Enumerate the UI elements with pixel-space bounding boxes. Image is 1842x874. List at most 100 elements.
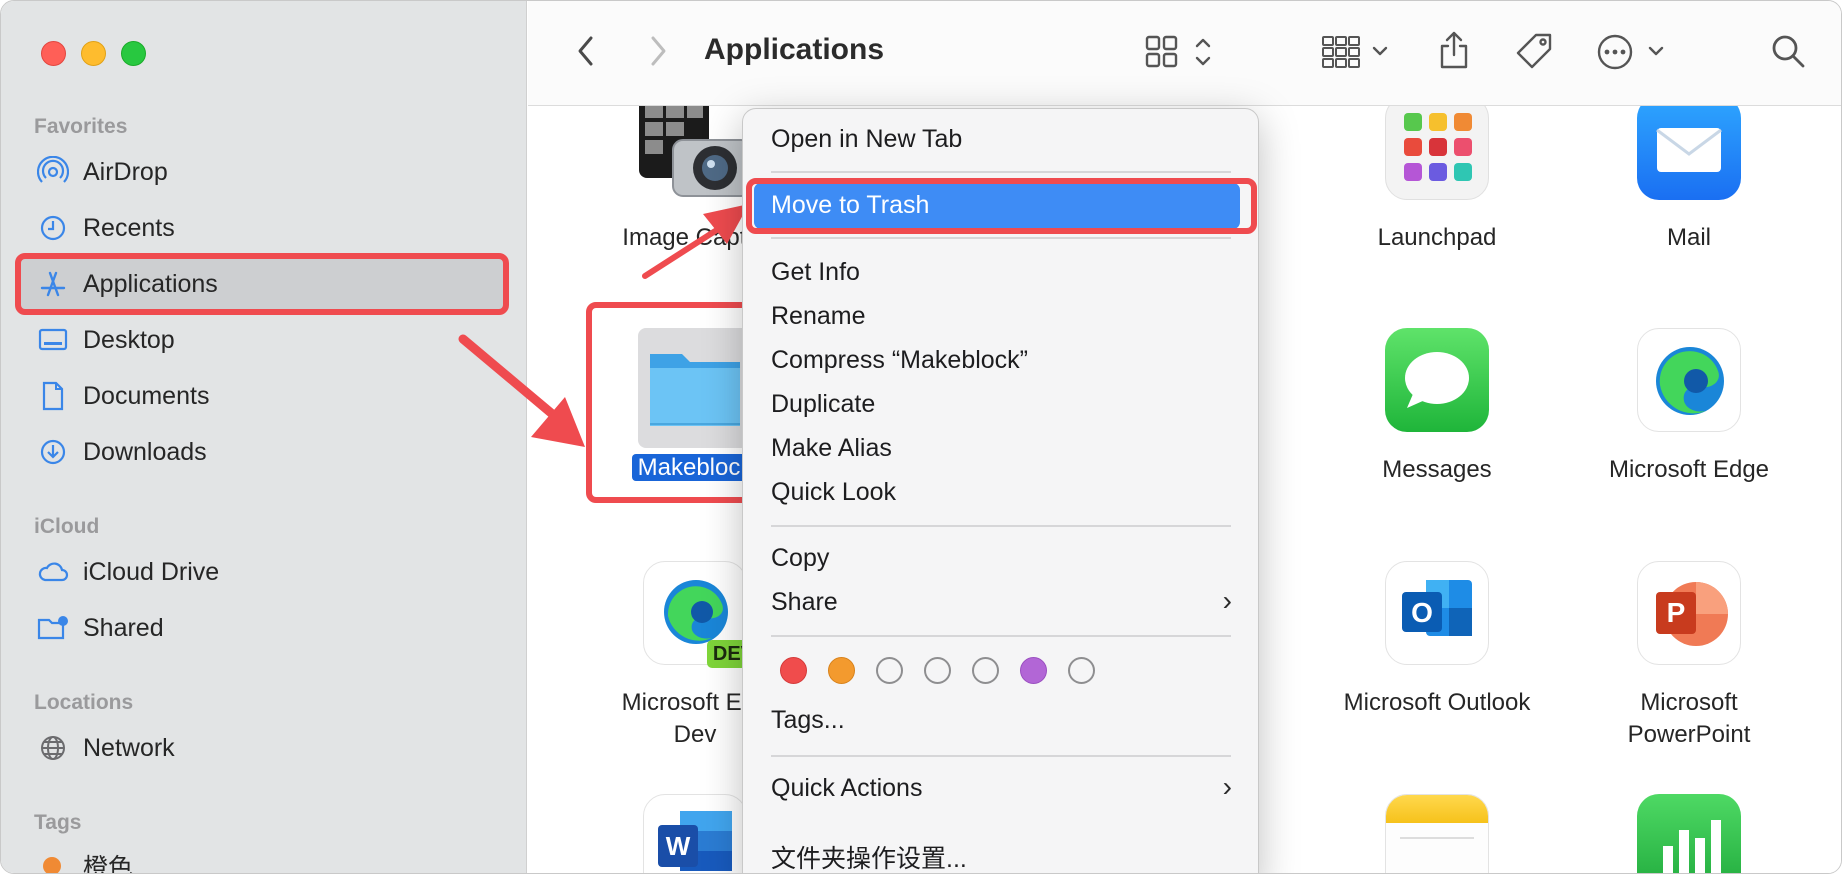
sidebar-item-label: iCloud Drive [83,557,220,586]
sidebar-section-locations: Locations [34,691,134,714]
sidebar-item-desktop[interactable]: Desktop [19,314,505,366]
menu-item-duplicate[interactable]: Duplicate [771,390,875,419]
app-item-microsoft-outlook[interactable]: O Microsoft Outlook [1312,561,1562,719]
forward-button[interactable] [638,31,678,75]
sidebar-item-shared[interactable]: Shared [19,602,505,654]
menu-item-make-alias[interactable]: Make Alias [771,434,892,463]
menu-item-open-new-tab[interactable]: Open in New Tab [771,125,962,154]
chevron-left-icon [576,35,596,72]
shared-folder-icon [37,612,69,644]
menu-separator [771,237,1231,239]
app-name: Microsoft [1640,689,1738,716]
globe-icon [37,732,69,764]
sidebar-item-airdrop[interactable]: AirDrop [19,146,505,198]
numbers-icon [1637,794,1741,873]
edge-icon [1637,328,1741,432]
app-name: Microsoft Edge [1608,456,1770,483]
share-button[interactable] [1434,29,1474,75]
menu-separator [771,755,1231,757]
sidebar-item-label: Downloads [83,437,207,466]
sidebar-item-recents[interactable]: Recents [19,202,505,254]
menu-separator [771,635,1231,637]
sidebar-item-downloads[interactable]: Downloads [19,426,505,478]
highlight-applications [15,253,509,315]
menu-item-quick-actions[interactable]: Quick Actions [771,774,922,803]
menu-item-quick-look[interactable]: Quick Look [771,478,896,507]
chevron-right-icon: › [1222,771,1232,802]
app-item-launchpad[interactable]: Launchpad [1312,106,1562,254]
group-grid-icon [1322,34,1394,75]
tag-color-purple[interactable] [1020,657,1047,684]
word-icon: W [643,794,747,873]
menu-item-share[interactable]: Share [771,588,1231,617]
svg-text:O: O [1411,597,1433,628]
close-window-button[interactable] [41,41,66,66]
app-name: Microsoft Outlook [1343,689,1531,716]
tag-icon [1514,31,1554,76]
ellipsis-circle-icon [1596,33,1666,76]
group-by-button[interactable] [1322,35,1394,73]
back-button[interactable] [566,31,606,75]
app-item-microsoft-edge[interactable]: Microsoft Edge [1564,328,1814,486]
tag-color-orange[interactable] [828,657,855,684]
sidebar-section-icloud: iCloud [34,515,100,538]
powerpoint-icon: P [1637,561,1741,665]
messages-icon [1385,328,1489,432]
view-mode-button[interactable] [1145,33,1219,75]
sidebar-item-label: Documents [83,381,210,410]
sidebar-item-label: Recents [83,213,175,242]
icon-grid-icon [1145,34,1219,75]
tag-color-dot [43,857,61,873]
tag-color-blue-empty[interactable] [972,657,999,684]
highlight-makeblock-folder [586,302,759,503]
airdrop-icon [37,156,69,188]
menu-item-compress[interactable]: Compress “Makeblock” [771,346,1028,375]
app-item-notes[interactable] [1312,794,1562,873]
chevron-right-icon [648,35,668,72]
tags-button[interactable] [1512,31,1556,75]
document-icon [37,380,69,412]
image-capture-icon [639,106,752,200]
highlight-move-to-trash [746,178,1257,234]
sidebar-item-documents[interactable]: Documents [19,370,505,422]
menu-item-copy[interactable]: Copy [771,544,829,573]
clock-icon [37,212,69,244]
share-icon [1438,30,1470,75]
arrow-to-folder-icon [458,334,585,447]
sidebar-item-label: Shared [83,613,164,642]
edge-dev-icon: DEV [643,561,760,668]
cloud-icon [37,556,69,588]
more-actions-button[interactable] [1596,33,1666,75]
app-item-mail[interactable]: Mail [1564,106,1814,254]
launchpad-icon [1385,106,1489,200]
finder-window: Favorites AirDrop Recents Applications D… [0,0,1842,874]
tag-color-gray-empty[interactable] [1068,657,1095,684]
window-title: Applications [704,33,885,66]
app-name-line2: Dev [673,721,717,748]
app-item-microsoft-powerpoint[interactable]: P Microsoft PowerPoint [1564,561,1814,751]
sidebar-item-network[interactable]: Network [19,722,505,774]
sidebar-item-label: 橙色 [83,854,134,874]
menu-item-get-info[interactable]: Get Info [771,258,860,287]
sidebar: Favorites AirDrop Recents Applications D… [1,1,527,874]
svg-text:P: P [1667,597,1686,628]
tag-color-red[interactable] [780,657,807,684]
svg-text:W: W [666,831,691,861]
tag-color-yellow-empty[interactable] [876,657,903,684]
app-item-messages[interactable]: Messages [1312,328,1562,486]
tag-color-green-empty[interactable] [924,657,951,684]
search-button[interactable] [1768,33,1808,73]
app-name: Messages [1382,456,1492,483]
app-name: Mail [1666,224,1711,251]
menu-separator [771,171,1231,173]
sidebar-item-icloud-drive[interactable]: iCloud Drive [19,546,505,598]
sidebar-item-tag-orange[interactable]: 橙色 [19,840,505,874]
menu-item-tags[interactable]: Tags... [771,706,845,735]
minimize-window-button[interactable] [81,41,106,66]
menu-item-rename[interactable]: Rename [771,302,866,331]
outlook-icon: O [1385,561,1489,665]
menu-item-folder-actions-setup[interactable]: 文件夹操作设置... [771,839,967,873]
zoom-window-button[interactable] [121,41,146,66]
app-item-numbers[interactable] [1564,794,1814,873]
menu-separator [771,525,1231,527]
